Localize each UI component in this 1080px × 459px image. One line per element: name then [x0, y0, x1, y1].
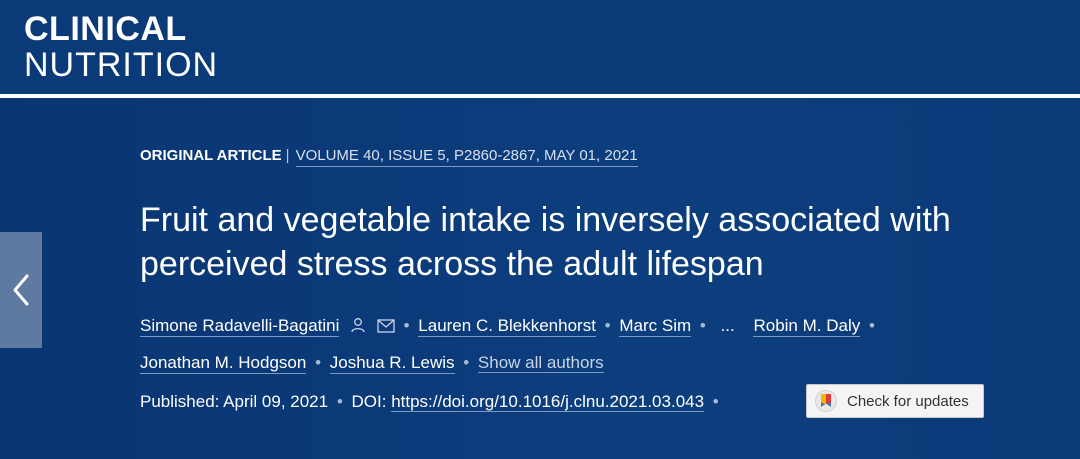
journal-logo[interactable]: CLINICAL NUTRITION — [24, 12, 218, 82]
meta-separator: | — [285, 147, 290, 164]
volume-issue-link[interactable]: VOLUME 40, ISSUE 5, P2860-2867, MAY 01, … — [295, 147, 638, 167]
bullet: • — [712, 392, 719, 411]
bullet: • — [604, 316, 611, 335]
bullet: • — [463, 353, 470, 372]
bullet: • — [403, 316, 410, 335]
email-icon[interactable] — [377, 310, 395, 345]
chevron-left-icon — [13, 274, 29, 306]
author-link[interactable]: Simone Radavelli-Bagatini — [140, 316, 340, 337]
check-for-updates-button[interactable]: Check for updates — [806, 384, 984, 418]
author-link[interactable]: Joshua R. Lewis — [329, 353, 455, 374]
article-type: ORIGINAL ARTICLE — [140, 147, 282, 164]
author-list: Simone Radavelli-Bagatini • Lauren C. Bl… — [140, 308, 1040, 380]
logo-line-1: CLINICAL — [24, 10, 187, 48]
bullet: • — [315, 353, 322, 372]
doi-link[interactable]: https://doi.org/10.1016/j.clnu.2021.03.0… — [391, 392, 705, 412]
bullet: • — [868, 316, 875, 335]
crossmark-icon — [815, 390, 837, 412]
previous-article-button[interactable] — [0, 232, 42, 348]
person-icon[interactable] — [350, 310, 366, 345]
article-title: Fruit and vegetable intake is inversely … — [140, 201, 951, 283]
article-meta: ORIGINAL ARTICLE | VOLUME 40, ISSUE 5, P28… — [140, 147, 638, 167]
bullet: • — [699, 316, 706, 335]
author-link[interactable]: Lauren C. Blekkenhorst — [418, 316, 596, 337]
doi-label: DOI: — [351, 392, 387, 411]
bullet: • — [336, 392, 343, 411]
show-all-authors-button[interactable]: Show all authors — [477, 353, 604, 373]
publication-info: Published: April 09, 2021 • DOI: https:/… — [140, 392, 723, 412]
header: CLINICAL NUTRITION — [0, 0, 1080, 94]
authors-ellipsis: ... — [720, 316, 735, 335]
author-link[interactable]: Marc Sim — [619, 316, 692, 337]
check-for-updates-label: Check for updates — [847, 392, 969, 410]
published-date: Published: April 09, 2021 — [140, 392, 329, 411]
logo-line-2: NUTRITION — [24, 46, 219, 84]
author-link[interactable]: Robin M. Daly — [753, 316, 861, 337]
author-link[interactable]: Jonathan M. Hodgson — [140, 353, 307, 374]
